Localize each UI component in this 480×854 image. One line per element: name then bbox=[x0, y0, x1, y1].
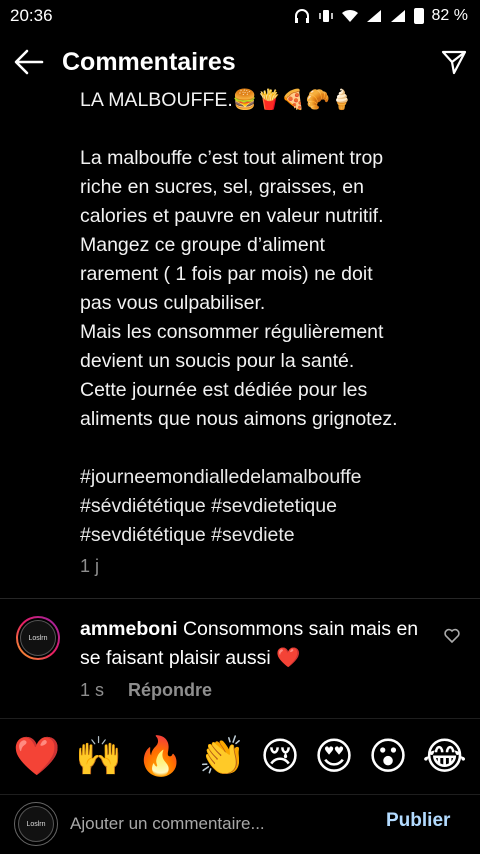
wifi-icon bbox=[341, 9, 358, 22]
header: Commentaires bbox=[0, 38, 480, 86]
share-button[interactable] bbox=[440, 48, 468, 76]
comment-timestamp: 1 s bbox=[80, 680, 105, 700]
status-icons: 82 % bbox=[294, 7, 468, 25]
heart-outline-icon bbox=[444, 628, 460, 643]
divider bbox=[0, 598, 480, 599]
battery-percent: 82 % bbox=[431, 7, 468, 24]
caption-body: La malbouffe c’est tout aliment trop ric… bbox=[80, 147, 398, 430]
signal-3g-icon bbox=[366, 10, 381, 22]
reaction-heart[interactable]: ❤️ bbox=[13, 738, 60, 776]
caption-hashtags[interactable]: #journeemondialledelamalbouffe #sévdiété… bbox=[80, 463, 460, 550]
status-time: 20:36 bbox=[10, 6, 53, 25]
back-button[interactable] bbox=[14, 49, 44, 75]
user-avatar: Loslrn bbox=[14, 802, 58, 846]
post-timestamp: 1 j bbox=[80, 556, 100, 576]
comment-body: ammeboni Consommons sain mais en se fais… bbox=[80, 615, 425, 673]
reply-button[interactable]: Répondre bbox=[128, 680, 212, 701]
quick-reactions-bar: ❤️ 🙌 🔥 👏 😢 😍 😮 😂 bbox=[0, 718, 480, 794]
commenter-avatar[interactable]: Loslrn bbox=[16, 616, 60, 660]
post-caption: LA MALBOUFFE.🍔🍟🍕🥐🍦 La malbouffe c’est to… bbox=[80, 86, 460, 550]
caption-title: LA MALBOUFFE.🍔🍟🍕🥐🍦 bbox=[80, 89, 355, 111]
reaction-fire[interactable]: 🔥 bbox=[137, 738, 184, 776]
battery-icon bbox=[413, 8, 424, 24]
signal-g-icon bbox=[390, 10, 405, 22]
reaction-clapping[interactable]: 👏 bbox=[198, 738, 245, 776]
like-comment-button[interactable] bbox=[444, 628, 460, 643]
arrow-left-icon bbox=[14, 49, 44, 75]
publish-button[interactable]: Publier bbox=[386, 810, 450, 832]
reaction-crying[interactable]: 😢 bbox=[260, 738, 300, 776]
comment-input[interactable] bbox=[68, 811, 372, 837]
headphones-icon bbox=[294, 9, 309, 23]
reaction-raised-hands[interactable]: 🙌 bbox=[75, 738, 122, 776]
user-avatar-logo: Loslrn bbox=[18, 806, 54, 842]
paper-plane-icon bbox=[441, 50, 467, 75]
avatar-logo: Loslrn bbox=[20, 620, 56, 656]
reaction-laughing[interactable]: 😂 bbox=[422, 738, 466, 776]
status-bar: 20:36 82 % bbox=[0, 0, 480, 32]
vibrate-icon bbox=[318, 10, 333, 22]
comment-username[interactable]: ammeboni bbox=[80, 618, 178, 640]
comment-composer: Loslrn Publier bbox=[0, 794, 480, 854]
reaction-surprised[interactable]: 😮 bbox=[368, 738, 408, 776]
comment-meta: 1 s Répondre bbox=[80, 680, 212, 701]
reaction-heart-eyes[interactable]: 😍 bbox=[314, 738, 354, 776]
page-title: Commentaires bbox=[62, 47, 236, 76]
